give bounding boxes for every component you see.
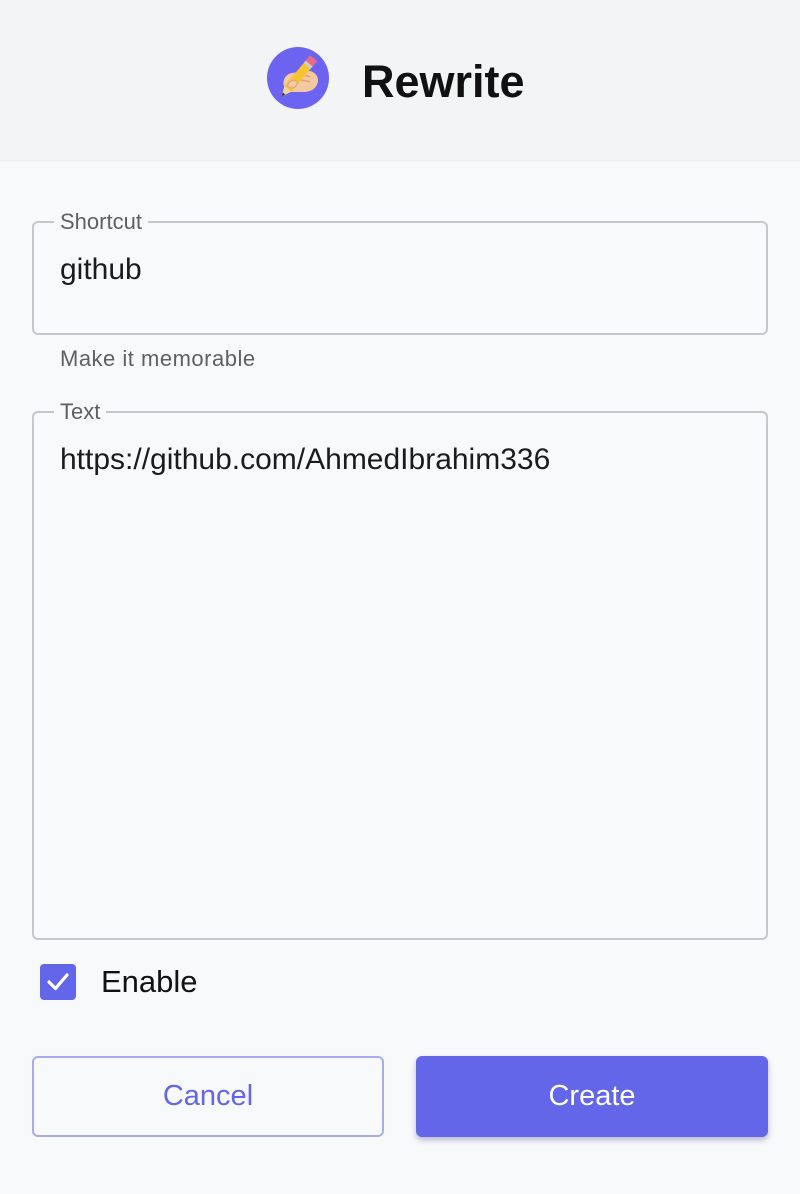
cancel-button[interactable]: Cancel	[32, 1056, 384, 1137]
text-field[interactable]: Text https://github.com/AhmedIbrahim336	[32, 401, 768, 940]
enable-checkbox[interactable]	[40, 964, 76, 1000]
shortcut-label: Shortcut	[60, 209, 142, 234]
app-header: Rewrite	[0, 0, 800, 160]
text-label: Text	[60, 399, 101, 424]
app-title: Rewrite	[362, 56, 525, 107]
text-textarea[interactable]: https://github.com/AhmedIbrahim336	[60, 442, 740, 478]
shortcut-input[interactable]: github	[60, 252, 740, 288]
shortcut-field[interactable]: Shortcut github	[32, 211, 768, 335]
create-button[interactable]: Create	[416, 1056, 768, 1137]
enable-label[interactable]: Enable	[101, 962, 198, 1002]
shortcut-helper-text: Make it memorable	[60, 346, 256, 371]
hand-writing-pencil-icon	[267, 47, 329, 109]
checkmark-icon	[47, 973, 69, 991]
